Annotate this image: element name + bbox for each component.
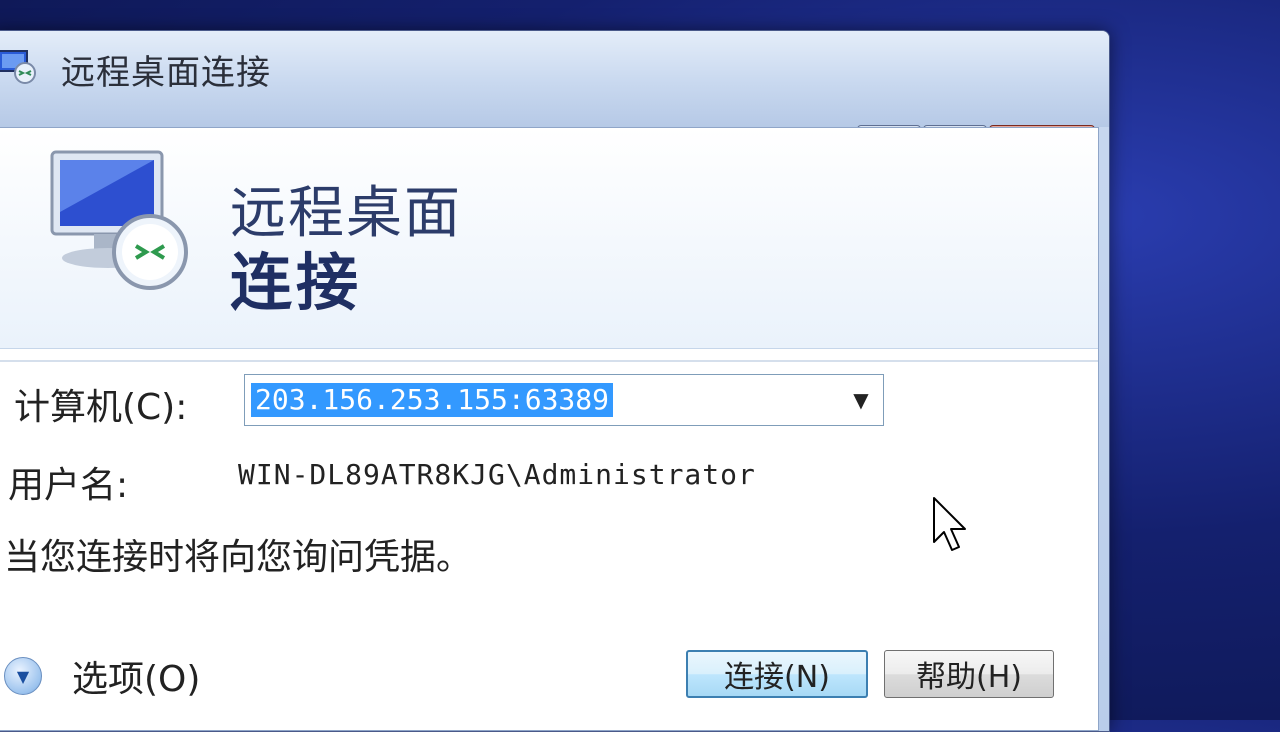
- help-button[interactable]: 帮助(H): [884, 650, 1054, 698]
- username-label: 用户名:: [8, 465, 129, 506]
- options-toggle[interactable]: ▼ 选项(O): [4, 650, 200, 702]
- remote-desktop-window: 远程桌面连接 x 远程桌面 连接: [0, 30, 1110, 732]
- computer-combobox[interactable]: 203.156.253.155:63389 ▼: [244, 374, 884, 426]
- computer-label: 计算机(C):: [14, 387, 188, 428]
- remote-desktop-monitor-icon: [50, 150, 188, 290]
- mouse-cursor-icon: [933, 497, 966, 551]
- username-value: WIN-DL89ATR8KJG\Administrator: [238, 458, 756, 491]
- dropdown-arrow-icon[interactable]: ▼: [841, 377, 881, 423]
- options-label[interactable]: 选项(O): [72, 650, 200, 702]
- window-title: 远程桌面连接: [61, 53, 271, 93]
- remote-desktop-icon: [0, 50, 36, 84]
- banner-title-line2: 连接: [230, 246, 363, 319]
- credentials-info-text: 当您连接时将向您询问凭据。: [4, 537, 473, 578]
- title-bar[interactable]: 远程桌面连接: [0, 31, 1109, 127]
- header-banner: 远程桌面 连接: [0, 128, 1098, 349]
- chevron-down-circle-icon[interactable]: ▼: [4, 657, 42, 695]
- banner-divider: [0, 360, 1098, 362]
- connect-button[interactable]: 连接(N): [686, 650, 868, 698]
- dialog-client-area: 远程桌面 连接 计算机(C): 203.156.253.155:63389 ▼ …: [0, 127, 1099, 731]
- computer-value[interactable]: 203.156.253.155:63389: [251, 383, 614, 417]
